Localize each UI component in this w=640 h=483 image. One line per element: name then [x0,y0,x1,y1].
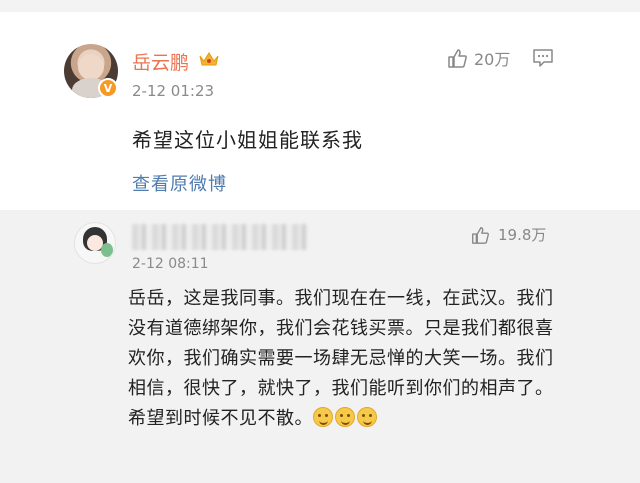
reply-timestamp: 2-12 08:11 [132,256,209,272]
main-comment [0,12,640,212]
reply-text-block: 岳岳，这是我同事。我们现在在一线，在武汉。我们没有道德绑架你，我们会花钱买票。只… [128,284,558,434]
reply-like-button[interactable]: 19.8万 [470,224,546,245]
avatar-decoration [101,243,113,257]
comment-icon[interactable] [532,48,554,68]
thumbs-up-icon [448,49,467,68]
smile-emoji-icon [357,407,377,427]
smile-emoji-icon [313,407,333,427]
thumbs-up-icon [472,226,489,244]
avatar-replier[interactable] [74,222,116,264]
blurred-username [132,224,308,250]
like-count: 20万 [474,50,511,69]
view-original-link[interactable]: 查看原微博 [132,170,227,196]
vip-badge-icon: V [98,78,118,98]
like-button[interactable]: 20万 [446,46,510,70]
smile-emoji-icon [335,407,355,427]
top-divider [0,0,640,12]
timestamp: 2-12 01:23 [132,82,215,100]
comment-text: 希望这位小姐姐能联系我 [132,128,363,152]
avatar-face [78,54,104,80]
reply-like-count: 19.8万 [498,226,547,244]
crown-icon [199,52,219,66]
username[interactable]: 岳云鹏 [132,48,189,75]
